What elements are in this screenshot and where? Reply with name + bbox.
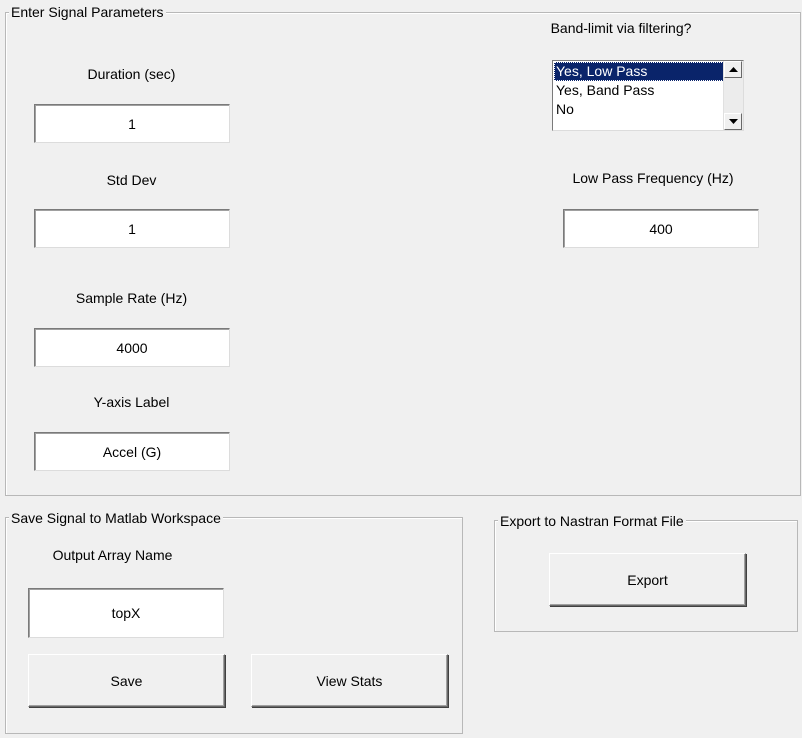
sample-rate-label: Sample Rate (Hz) (75, 290, 188, 306)
triangle-down-icon (728, 119, 738, 124)
save-button[interactable]: Save (28, 654, 225, 707)
y-axis-field[interactable] (34, 432, 230, 471)
bandlimit-listbox[interactable]: Yes, Low Pass Yes, Band Pass No (552, 60, 744, 131)
duration-field[interactable] (34, 104, 230, 143)
view-stats-button[interactable]: View Stats (251, 654, 448, 707)
bandlimit-option-band-pass[interactable]: Yes, Band Pass (554, 81, 724, 100)
output-array-field[interactable] (28, 588, 224, 638)
scroll-down-button[interactable] (724, 113, 742, 130)
export-button[interactable]: Export (549, 553, 746, 606)
output-array-label: Output Array Name (52, 547, 173, 563)
low-pass-label: Low Pass Frequency (Hz) (572, 170, 734, 186)
bandlimit-option-no[interactable]: No (554, 100, 724, 119)
low-pass-field[interactable] (563, 209, 759, 248)
std-dev-label: Std Dev (106, 172, 157, 188)
save-panel-title: Save Signal to Matlab Workspace (9, 510, 223, 526)
std-dev-field[interactable] (34, 209, 230, 248)
bandlimit-scrollbar[interactable] (723, 61, 743, 130)
sample-rate-field[interactable] (34, 328, 230, 367)
scroll-up-button[interactable] (724, 61, 742, 78)
duration-label: Duration (sec) (87, 66, 176, 82)
export-panel-title: Export to Nastran Format File (498, 513, 686, 529)
signal-params-title: Enter Signal Parameters (9, 4, 166, 20)
bandlimit-label: Band-limit via filtering? (550, 20, 692, 36)
triangle-up-icon (728, 67, 738, 72)
bandlimit-option-low-pass[interactable]: Yes, Low Pass (554, 62, 724, 81)
y-axis-label: Y-axis Label (93, 394, 170, 410)
